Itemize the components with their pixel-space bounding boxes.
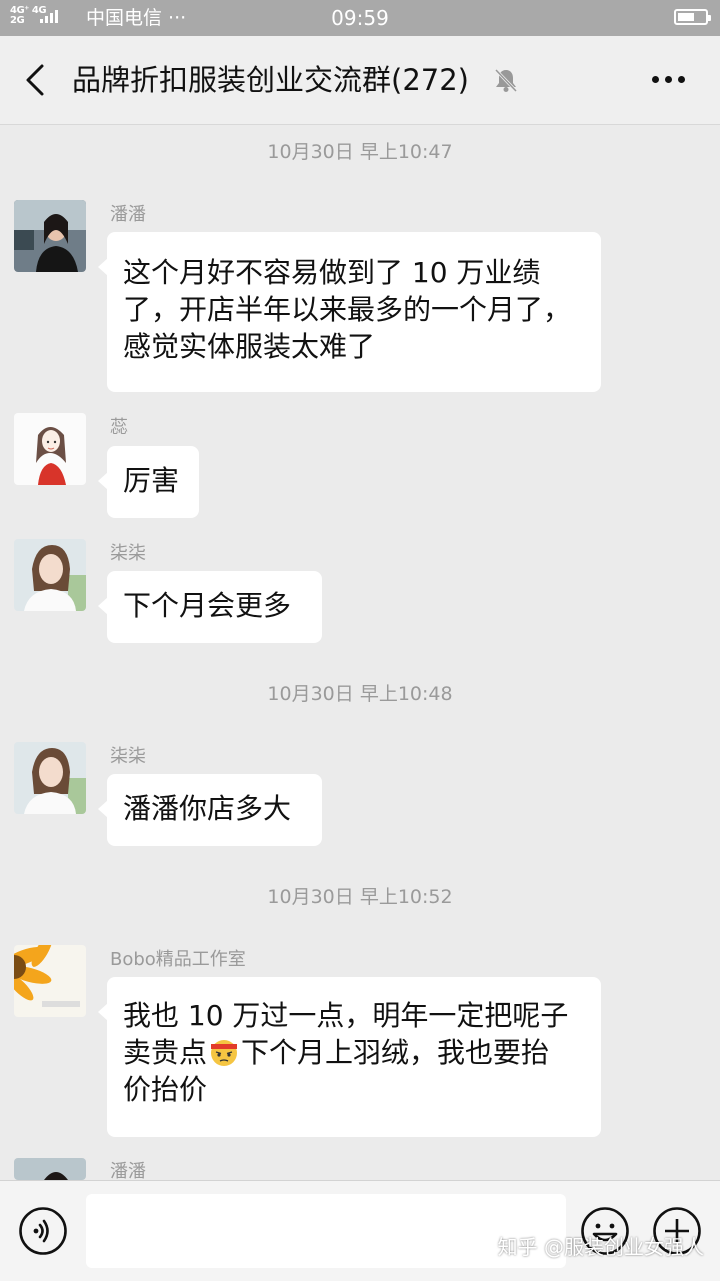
message-timestamp: 10月30日 早上10:47: [267, 141, 453, 163]
message-line: 潘潘你店多大: [123, 792, 292, 825]
message-bubble[interactable]: 这个月好不容易做到了 10 万业绩 了，开店半年以来最多的一个月了， 感觉实体服…: [98, 232, 601, 392]
sender-name: 柒柒: [110, 746, 146, 767]
message-line: 价抬价: [123, 1073, 208, 1106]
back-icon[interactable]: [20, 62, 54, 98]
message-line: 厉害: [123, 464, 180, 497]
message-input[interactable]: [86, 1194, 566, 1268]
avatar[interactable]: [14, 742, 86, 814]
chat-title: 品牌折扣服装创业交流群(272): [72, 63, 469, 97]
message-line: 我也 10 万过一点，明年一定把呢子: [123, 999, 569, 1032]
avatar[interactable]: [14, 413, 86, 485]
status-bar: 4G⁺ 4G 2G 中国电信 ··· 09:59: [0, 0, 720, 36]
sender-name: 潘潘: [110, 204, 146, 225]
sender-name: 潘潘: [110, 1161, 146, 1180]
bell-muted-icon: [494, 68, 518, 93]
watermark: 知乎 @服装创业女强人: [497, 1235, 704, 1259]
sender-name: 蕊: [110, 417, 128, 438]
battery-icon: [674, 9, 711, 25]
message-line: 这个月好不容易做到了 10 万业绩: [123, 256, 541, 289]
angry-headband-emoji: [211, 1040, 238, 1066]
message-bubble[interactable]: 我也 10 万过一点，明年一定把呢子 卖贵点 下个月上羽绒，我也要抬 价抬价: [98, 977, 601, 1137]
message-line: 卖贵点 下个月上羽绒，我也要抬: [123, 1036, 550, 1069]
message-bubble[interactable]: 下个月会更多: [98, 571, 322, 643]
status-time: 09:59: [331, 6, 389, 30]
sender-name: 柒柒: [110, 543, 146, 564]
message-bubble[interactable]: 厉害: [98, 446, 199, 518]
message-timestamp: 10月30日 早上10:48: [267, 683, 453, 705]
more-dots-icon[interactable]: [652, 76, 686, 84]
message-bubble[interactable]: 潘潘你店多大: [98, 774, 322, 846]
avatar[interactable]: [14, 200, 86, 272]
avatar[interactable]: [14, 945, 86, 1017]
message-line: 感觉实体服装太难了: [123, 330, 376, 363]
chat-header: 品牌折扣服装创业交流群(272): [0, 36, 720, 125]
voice-icon[interactable]: [18, 1206, 68, 1256]
message-line: 了，开店半年以来最多的一个月了，: [123, 293, 572, 326]
avatar[interactable]: [14, 1158, 86, 1180]
avatar[interactable]: [14, 539, 86, 611]
message-timestamp: 10月30日 早上10:52: [267, 886, 453, 908]
sender-name: Bobo精品工作室: [110, 949, 246, 970]
message-line: 下个月会更多: [123, 589, 292, 622]
input-bar: [0, 1180, 720, 1281]
